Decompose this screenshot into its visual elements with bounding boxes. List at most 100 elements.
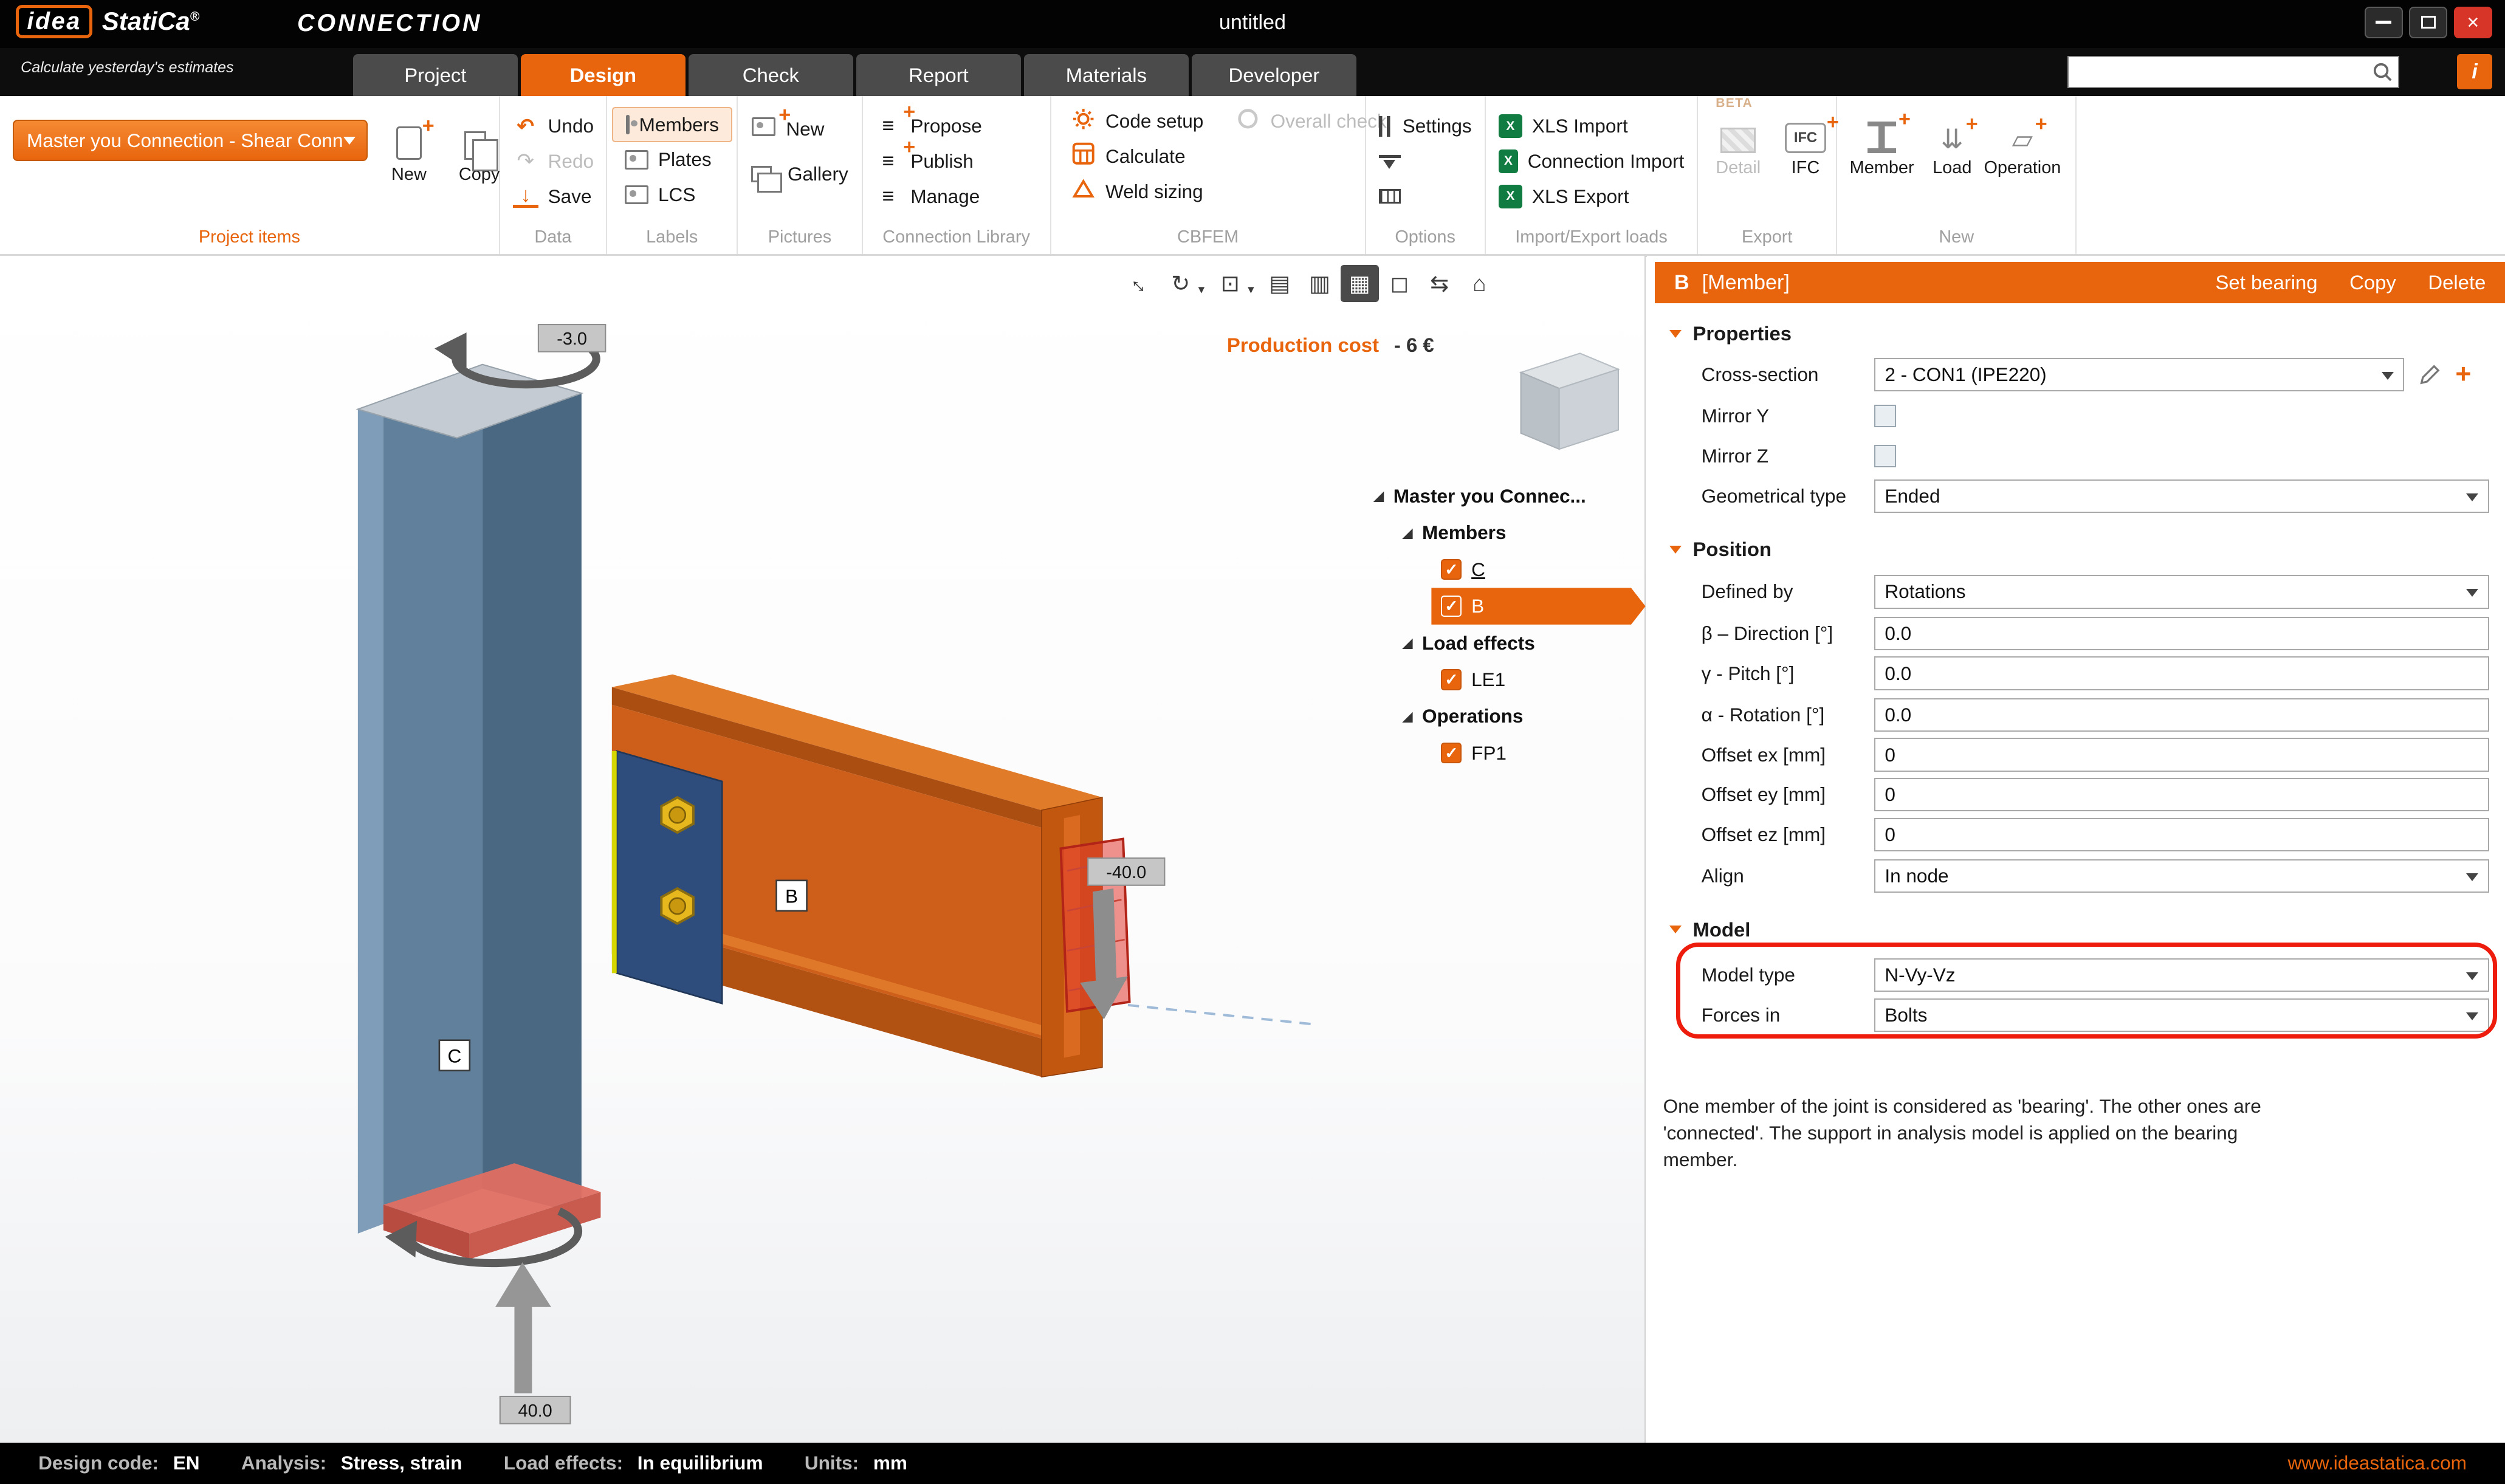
new-picture-button[interactable]: +New [738, 112, 861, 147]
section-model[interactable]: Model [1669, 915, 1750, 944]
tree-item-le1[interactable]: ✓ LE1 [1367, 661, 1649, 698]
code-setup-button[interactable]: Code setup [1057, 104, 1216, 139]
mirror-y-checkbox[interactable] [1874, 405, 1897, 427]
view-transparent-button[interactable]: ◻ [1380, 265, 1418, 301]
members-labels-toggle[interactable]: Members [612, 107, 732, 142]
cube-transparent-icon: ◻ [1390, 270, 1409, 297]
cube-hidden-icon: ▥ [1309, 270, 1330, 297]
section-plane-icon: ⊡ [1221, 270, 1240, 297]
connection-import-button[interactable]: XConnection Import [1486, 144, 1697, 179]
chevron-down-icon[interactable]: ▾ [1248, 281, 1254, 297]
offset-ez-input[interactable]: 0 [1874, 818, 2489, 851]
tab-materials[interactable]: Materials [1024, 54, 1189, 95]
cross-section-select[interactable]: 2 - CON1 (IPE220) [1874, 358, 2405, 391]
checkbox-checked[interactable]: ✓ [1441, 559, 1462, 580]
plus-badge: + [422, 115, 435, 136]
settings-button[interactable]: Settings [1366, 109, 1485, 144]
ifc-export-button[interactable]: IFC+ IFC [1775, 99, 1836, 225]
publish-button[interactable]: ≡+Publish [863, 144, 1050, 179]
add-cross-section-icon[interactable]: + [2455, 361, 2471, 388]
chevron-down-icon[interactable]: ▾ [1198, 281, 1205, 297]
minimize-button[interactable] [2365, 7, 2403, 39]
publish-icon: ≡+ [876, 149, 901, 173]
force-arrow-up[interactable] [495, 1262, 551, 1393]
offset-ey-input[interactable]: 0 [1874, 778, 2489, 811]
section-position[interactable]: Position [1669, 535, 1771, 564]
force-right-label: -40.0 [1088, 858, 1164, 885]
ruler-option-button[interactable] [1366, 179, 1485, 214]
close-button[interactable]: × [2454, 7, 2492, 39]
view-wireframe-button[interactable]: ▤ [1260, 265, 1299, 301]
fin-plate[interactable] [614, 751, 722, 1003]
tab-check[interactable]: Check [689, 54, 853, 95]
new-load-button[interactable]: ⇊+ Load [1920, 99, 1984, 225]
lcs-toggle[interactable]: LCS [612, 177, 732, 213]
section-properties[interactable]: Properties [1669, 320, 1792, 348]
xls-import-button[interactable]: XXLS Import [1486, 109, 1697, 144]
view-solid-button[interactable]: ▦ [1341, 265, 1379, 301]
calculate-button[interactable]: Calculate [1057, 139, 1216, 174]
delete-member-button[interactable]: Delete [2428, 271, 2486, 294]
website-link[interactable]: www.ideastatica.com [2287, 1452, 2466, 1474]
align-select[interactable]: In node [1874, 859, 2489, 893]
tree-group-load-effects[interactable]: ◢ Load effects [1367, 625, 1649, 661]
plates-labels-toggle[interactable]: Plates [612, 142, 732, 177]
beta-direction-input[interactable]: 0.0 [1874, 617, 2489, 650]
checkbox-checked[interactable]: ✓ [1441, 669, 1462, 690]
defined-by-select[interactable]: Rotations [1874, 575, 2489, 608]
tree-root[interactable]: ◢ Master you Connec... [1367, 478, 1649, 514]
search-icon[interactable] [2366, 61, 2399, 83]
xls-export-button[interactable]: XXLS Export [1486, 179, 1697, 214]
group-labels: Members Plates LCS Labels [607, 96, 738, 255]
copy-member-button[interactable]: Copy [2349, 271, 2396, 294]
forces-in-select[interactable]: Bolts [1874, 998, 2489, 1032]
tree-group-members[interactable]: ◢ Members [1367, 514, 1649, 551]
save-button[interactable]: ↓Save [500, 179, 606, 214]
3d-scene[interactable]: 40.0 [0, 256, 1646, 1443]
zoom-fit-button[interactable]: ↔ [1121, 265, 1160, 301]
section-plane-button[interactable]: ⊡ [1211, 265, 1249, 301]
detail-export-button[interactable]: BETA Detail [1708, 99, 1768, 225]
group-label-cbfem: CBFEM [1051, 225, 1365, 254]
geometrical-type-select[interactable]: Ended [1874, 479, 2489, 513]
checkbox-checked[interactable]: ✓ [1441, 596, 1462, 616]
tab-project[interactable]: Project [353, 54, 518, 95]
gamma-pitch-input[interactable]: 0.0 [1874, 656, 2489, 690]
tree-group-operations[interactable]: ◢ Operations [1367, 698, 1649, 735]
set-bearing-button[interactable]: Set bearing [2216, 271, 2318, 294]
home-view-button[interactable]: ⌂ [1460, 265, 1499, 301]
mirror-z-checkbox[interactable] [1874, 445, 1897, 467]
new-project-item-button[interactable]: + New [377, 105, 441, 184]
nav-cube[interactable] [1521, 353, 1618, 449]
manage-button[interactable]: ≡Manage [863, 179, 1050, 214]
offset-ex-input[interactable]: 0 [1874, 738, 2489, 771]
rotate-view-button[interactable]: ↻ [1161, 265, 1200, 301]
search-input[interactable] [2069, 57, 2366, 87]
propose-button[interactable]: ≡+Propose [863, 109, 1050, 144]
tab-report[interactable]: Report [856, 54, 1021, 95]
xls-icon: X [1499, 114, 1522, 138]
maximize-button[interactable] [2409, 7, 2447, 39]
edit-cross-section-icon[interactable] [2419, 363, 2441, 386]
tree-item-fp1[interactable]: ✓ FP1 [1367, 735, 1649, 771]
scale-option-button[interactable] [1366, 144, 1485, 179]
alpha-rotation-input[interactable]: 0.0 [1874, 698, 2489, 732]
tree-item-c[interactable]: ✓ C [1367, 551, 1649, 588]
redo-button[interactable]: ↷Redo [500, 144, 606, 179]
tab-developer[interactable]: Developer [1192, 54, 1356, 95]
viewport-canvas[interactable]: 40.0 [0, 256, 1646, 1443]
checkbox-checked[interactable]: ✓ [1441, 743, 1462, 763]
new-member-button[interactable]: + Member [1850, 99, 1914, 225]
deformed-shape-button[interactable]: ⇆ [1420, 265, 1459, 301]
undo-button[interactable]: ↶Undo [500, 109, 606, 144]
column-member-c[interactable] [358, 364, 582, 1233]
weld-sizing-button[interactable]: Weld sizing [1057, 174, 1216, 210]
new-operation-button[interactable]: ▱+ Operation [1990, 99, 2054, 225]
gallery-button[interactable]: Gallery [738, 157, 861, 192]
info-button[interactable]: i [2457, 54, 2492, 89]
view-hidden-lines-button[interactable]: ▥ [1301, 265, 1339, 301]
model-type-select[interactable]: N-Vy-Vz [1874, 958, 2489, 992]
tree-item-b-selected[interactable]: ✓ B [1431, 588, 1645, 624]
connection-selector[interactable]: Master you Connection - Shear Conn [13, 120, 368, 161]
tab-design[interactable]: Design [521, 54, 686, 95]
